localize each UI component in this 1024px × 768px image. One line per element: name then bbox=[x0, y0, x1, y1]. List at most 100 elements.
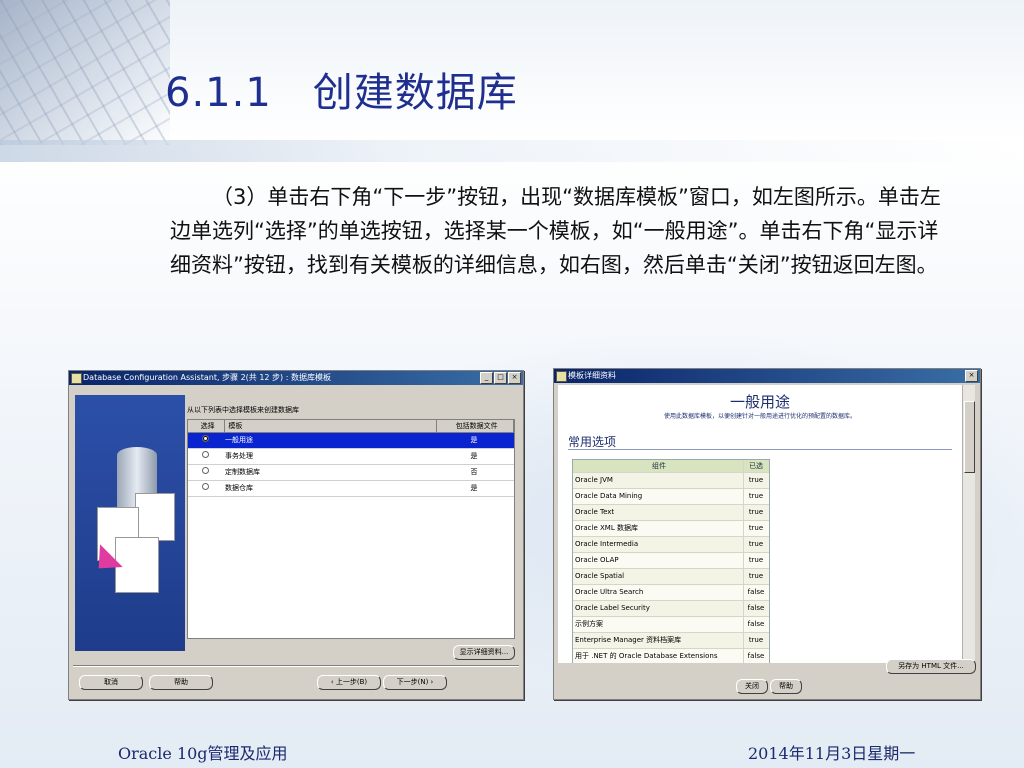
table-row[interactable]: 定制数据库 否 bbox=[188, 465, 514, 481]
option-name: Oracle XML 数据库 bbox=[573, 521, 744, 536]
template-radio[interactable] bbox=[201, 467, 209, 474]
show-details-button[interactable]: 显示详细资料... bbox=[453, 645, 515, 660]
section-title: 常用选项 bbox=[568, 435, 617, 449]
option-name: Oracle Label Security bbox=[573, 601, 744, 616]
details-content: 一般用途 使用此数据库模板，以便创建针对一般用途进行优化的预配置的数据库。 常用… bbox=[558, 385, 962, 663]
option-value: true bbox=[748, 524, 764, 532]
table-row[interactable]: 数据仓库 是 bbox=[188, 481, 514, 497]
option-value: true bbox=[748, 492, 764, 500]
window-title: Database Configuration Assistant, 步骤 2(共… bbox=[83, 373, 331, 382]
slide-title: 6.1.1 创建数据库 bbox=[165, 70, 518, 116]
template-datafiles: 是 bbox=[470, 436, 478, 444]
app-icon bbox=[71, 373, 82, 384]
option-name: Oracle Intermedia bbox=[573, 537, 744, 552]
option-name: Oracle Text bbox=[573, 505, 744, 520]
slide-body: （3）单击右下角“下一步”按钮，出现“数据库模板”窗口，如左图所示。单击左边单选… bbox=[170, 180, 950, 282]
option-value: false bbox=[747, 652, 765, 660]
back-button-label: 上一步(B) bbox=[335, 678, 368, 686]
option-value: true bbox=[748, 636, 764, 644]
footer-course-title: Oracle 10g管理及应用 bbox=[118, 744, 288, 763]
table-row: 示例方案 false bbox=[573, 616, 769, 632]
next-button-label: 下一步(N) bbox=[396, 678, 429, 686]
table-row: Oracle Text true bbox=[573, 504, 769, 520]
option-value: true bbox=[748, 476, 764, 484]
template-description: 使用此数据库模板，以便创建针对一般用途进行优化的预配置的数据库。 bbox=[663, 413, 856, 420]
option-name: Oracle Ultra Search bbox=[573, 585, 744, 600]
document-icon bbox=[135, 493, 175, 541]
maximize-button[interactable]: □ bbox=[494, 372, 507, 384]
footer-date: 2014年11月3日星期一 bbox=[748, 744, 916, 763]
wizard-illustration bbox=[75, 395, 185, 651]
column-header-component: 组件 bbox=[573, 460, 744, 472]
option-value: true bbox=[748, 540, 764, 548]
template-prompt: 从以下列表中选择模板来创建数据库 bbox=[187, 406, 299, 414]
help-button[interactable]: 帮助 bbox=[149, 675, 213, 690]
option-value: false bbox=[747, 620, 765, 628]
column-header-datafiles[interactable]: 包括数据文件 bbox=[437, 420, 514, 432]
window-title: 模板详细资料 bbox=[568, 371, 616, 380]
divider bbox=[73, 665, 519, 667]
table-header: 组件 已选 bbox=[573, 460, 769, 472]
cancel-button[interactable]: 取消 bbox=[79, 675, 143, 690]
chevron-right-icon: › bbox=[428, 678, 434, 686]
template-name: 数据仓库 bbox=[225, 484, 253, 492]
template-details-window: 模板详细资料 × 一般用途 使用此数据库模板，以便创建针对一般用途进行优化的预配… bbox=[553, 368, 981, 700]
template-heading: 一般用途 bbox=[729, 393, 790, 411]
column-header-selected: 已选 bbox=[749, 462, 763, 470]
table-row: Oracle Ultra Search false bbox=[573, 584, 769, 600]
option-name: 用于 .NET 的 Oracle Database Extensions bbox=[573, 649, 744, 663]
table-row: Oracle JVM true bbox=[573, 472, 769, 488]
option-value: true bbox=[748, 556, 764, 564]
column-header-template[interactable]: 模板 bbox=[225, 420, 438, 432]
vertical-scrollbar[interactable] bbox=[962, 385, 975, 663]
option-name: Oracle Data Mining bbox=[573, 489, 744, 504]
divider bbox=[568, 449, 952, 450]
option-value: false bbox=[747, 604, 765, 612]
background-building-image bbox=[0, 0, 170, 145]
option-name: Oracle JVM bbox=[573, 473, 744, 488]
table-row: Oracle XML 数据库 true bbox=[573, 520, 769, 536]
template-datafiles: 是 bbox=[470, 452, 478, 460]
option-name: Enterprise Manager 资料档案库 bbox=[573, 633, 744, 648]
template-radio[interactable] bbox=[201, 483, 209, 490]
table-row[interactable]: 事务处理 是 bbox=[188, 449, 514, 465]
close-button[interactable]: × bbox=[508, 372, 521, 384]
save-as-html-button[interactable]: 另存为 HTML 文件... bbox=[886, 659, 976, 674]
table-row: Oracle Intermedia true bbox=[573, 536, 769, 552]
table-row: Oracle Spatial true bbox=[573, 568, 769, 584]
table-row: 用于 .NET 的 Oracle Database Extensions fals… bbox=[573, 648, 769, 663]
template-name: 一般用途 bbox=[225, 436, 253, 444]
window-titlebar[interactable]: 模板详细资料 × bbox=[554, 369, 980, 383]
option-value: false bbox=[747, 588, 765, 596]
column-header-select[interactable]: 选择 bbox=[188, 420, 226, 432]
template-name: 事务处理 bbox=[225, 452, 253, 460]
options-table: 组件 已选 Oracle JVM true Oracle Data Mining t… bbox=[572, 459, 770, 663]
help-button[interactable]: 帮助 bbox=[770, 679, 802, 694]
minimize-button[interactable]: _ bbox=[480, 372, 493, 384]
table-row: Oracle Label Security false bbox=[573, 600, 769, 616]
template-table: 选择 模板 包括数据文件 一般用途 是 事务处理 是 定制数据库 否 数据仓库 … bbox=[187, 419, 515, 639]
app-icon bbox=[556, 371, 567, 382]
window-titlebar[interactable]: Database Configuration Assistant, 步骤 2(共… bbox=[69, 371, 523, 385]
template-radio[interactable] bbox=[201, 435, 209, 442]
close-dialog-button[interactable]: 关闭 bbox=[736, 679, 768, 694]
back-button[interactable]: ‹ 上一步(B) bbox=[317, 675, 381, 690]
template-radio[interactable] bbox=[201, 451, 209, 458]
option-name: Oracle OLAP bbox=[573, 553, 744, 568]
option-name: 示例方案 bbox=[573, 617, 744, 632]
table-row[interactable]: 一般用途 是 bbox=[188, 433, 514, 449]
next-button[interactable]: 下一步(N) › bbox=[383, 675, 447, 690]
table-row: Oracle Data Mining true bbox=[573, 488, 769, 504]
option-value: true bbox=[748, 508, 764, 516]
option-name: Oracle Spatial bbox=[573, 569, 744, 584]
slide-body-paragraph: （3）单击右下角“下一步”按钮，出现“数据库模板”窗口，如左图所示。单击左边单选… bbox=[170, 185, 941, 277]
table-row: Enterprise Manager 资料档案库 true bbox=[573, 632, 769, 648]
dbca-template-window: Database Configuration Assistant, 步骤 2(共… bbox=[68, 370, 524, 700]
close-button[interactable]: × bbox=[965, 370, 978, 382]
background-band bbox=[0, 140, 1024, 162]
option-value: true bbox=[748, 572, 764, 580]
template-name: 定制数据库 bbox=[225, 468, 260, 476]
template-datafiles: 否 bbox=[470, 468, 478, 476]
scrollbar-thumb[interactable] bbox=[964, 401, 975, 473]
template-datafiles: 是 bbox=[470, 484, 478, 492]
